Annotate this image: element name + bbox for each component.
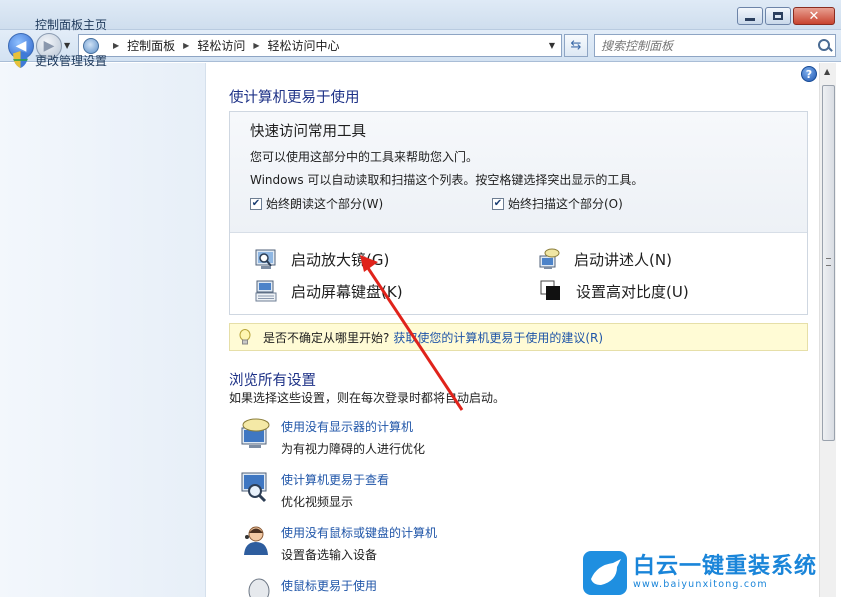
breadcrumb: ▶ 控制面板 ▶ 轻松访问 ▶ 轻松访问中心	[105, 37, 340, 54]
scrollbar-grip-icon	[826, 258, 831, 266]
sidebar-item-control-panel-home[interactable]: 控制面板主页	[35, 16, 107, 33]
bird-logo-icon	[583, 550, 627, 595]
checkbox-checked-icon[interactable]: ✔	[250, 197, 262, 210]
refresh-button[interactable]: ⇆	[564, 34, 588, 57]
sidebar	[0, 63, 206, 597]
chevron-right-icon[interactable]: ▶	[253, 41, 259, 50]
forward-arrow-icon: ▶	[43, 38, 55, 54]
always-read-label: 始终朗读这个部分(W)	[266, 197, 384, 211]
address-dropdown-icon[interactable]: ▼	[549, 41, 555, 50]
make-computer-easier-to-see-description: 优化视频显示	[281, 495, 354, 509]
breadcrumb-item-control-panel[interactable]: 控制面板	[127, 37, 175, 54]
contrast-icon	[540, 280, 560, 300]
user-headset-icon	[244, 526, 268, 555]
navigation-bar: ◀ ▶ ▼ ▶ 控制面板 ▶ 轻松访问 ▶ 轻松访问中心 ▼ ⇆	[0, 30, 841, 62]
lightbulb-icon	[239, 329, 251, 345]
chevron-right-icon[interactable]: ▶	[183, 41, 189, 50]
refresh-icon: ⇆	[570, 38, 582, 53]
watermark-text: 白云一键重装系统 www.baiyunxitong.com	[633, 553, 818, 591]
make-mouse-easier-link[interactable]: 使鼠标更易于使用	[281, 577, 377, 594]
quick-access-title: 快速访问常用工具	[250, 124, 366, 140]
computer-speech-icon	[241, 418, 270, 448]
magnifier-icon	[255, 249, 276, 269]
use-computer-without-display-link[interactable]: 使用没有显示器的计算机	[281, 418, 413, 435]
watermark-title: 白云一键重装系统	[633, 553, 818, 579]
help-icon[interactable]: ?	[801, 66, 817, 82]
keyboard-icon	[255, 280, 277, 302]
set-high-contrast-label: 设置高对比度(U)	[576, 282, 689, 301]
shield-icon	[13, 51, 28, 68]
page-title: 使计算机更易于使用	[229, 90, 360, 106]
get-recommendations-link[interactable]: 获取使您的计算机更易于使用的建议(R)	[393, 329, 603, 346]
quick-access-header: 快速访问常用工具 您可以使用这部分中的工具来帮助您入门。 Windows 可以自…	[230, 112, 807, 233]
sidebar-item-change-admin-settings[interactable]: 更改管理设置	[35, 52, 107, 69]
monitor-magnifier-icon	[241, 472, 267, 503]
always-read-checkbox[interactable]: ✔ 始终朗读这个部分(W)	[250, 195, 383, 212]
always-scan-checkbox[interactable]: ✔ 始终扫描这个部分(O)	[492, 195, 623, 212]
breadcrumb-item-ease-of-access-center[interactable]: 轻松访问中心	[268, 37, 340, 54]
watermark: 白云一键重装系统 www.baiyunxitong.com	[583, 548, 841, 597]
search-icon[interactable]	[815, 36, 835, 56]
minimize-icon	[745, 17, 755, 21]
narrator-icon	[539, 248, 560, 269]
maximize-icon	[773, 12, 783, 20]
use-computer-without-mouse-description: 设置备选输入设备	[281, 548, 378, 562]
browse-settings-title: 浏览所有设置	[229, 373, 316, 389]
use-computer-without-mouse-link[interactable]: 使用没有鼠标或键盘的计算机	[281, 524, 437, 541]
address-bar[interactable]: ▶ 控制面板 ▶ 轻松访问 ▶ 轻松访问中心 ▼	[78, 34, 562, 57]
start-magnifier-label: 启动放大镜(G)	[291, 250, 390, 269]
search-box	[594, 34, 836, 57]
close-icon: ✕	[808, 8, 820, 24]
tip-text: 是否不确定从哪里开始?	[263, 330, 390, 345]
start-narrator-label: 启动讲述人(N)	[574, 250, 672, 269]
quick-access-panel: 快速访问常用工具 您可以使用这部分中的工具来帮助您入门。 Windows 可以自…	[229, 111, 808, 315]
always-scan-label: 始终扫描这个部分(O)	[508, 197, 623, 211]
make-computer-easier-to-see-link[interactable]: 使计算机更易于查看	[281, 471, 389, 488]
watermark-url: www.baiyunxitong.com	[633, 579, 768, 591]
mouse-icon	[248, 578, 270, 597]
start-narrator-link[interactable]: 启动讲述人(N)	[538, 248, 672, 270]
window-title-bar: ✕	[0, 0, 841, 30]
quick-access-scan-description: Windows 可以自动读取和扫描这个列表。按空格键选择突出显示的工具。	[250, 173, 644, 187]
search-input[interactable]	[595, 35, 815, 56]
maximize-button[interactable]	[765, 7, 791, 25]
scroll-up-icon[interactable]: ▲	[824, 67, 830, 76]
vertical-scrollbar[interactable]: ▲	[819, 63, 836, 597]
window-controls: ✕	[737, 7, 835, 25]
scrollbar-thumb[interactable]	[822, 85, 835, 441]
use-computer-without-display-description: 为有视力障碍的人进行优化	[281, 442, 426, 456]
quick-access-description: 您可以使用这部分中的工具来帮助您入门。	[250, 150, 479, 164]
start-on-screen-keyboard-label: 启动屏幕键盘(K)	[291, 282, 403, 301]
recent-pages-dropdown-icon[interactable]: ▼	[64, 41, 70, 50]
set-high-contrast-link[interactable]: 设置高对比度(U)	[540, 280, 689, 302]
start-on-screen-keyboard-link[interactable]: 启动屏幕键盘(K)	[255, 280, 403, 302]
browse-settings-description: 如果选择这些设置，则在每次登录时都将自动启动。	[229, 391, 506, 405]
minimize-button[interactable]	[737, 7, 763, 25]
close-button[interactable]: ✕	[793, 7, 835, 25]
start-magnifier-link[interactable]: 启动放大镜(G)	[255, 248, 389, 270]
chevron-right-icon: ▶	[113, 41, 120, 50]
checkbox-checked-icon[interactable]: ✔	[492, 197, 504, 210]
breadcrumb-item-ease-of-access[interactable]: 轻松访问	[197, 37, 245, 54]
tip-bar: 是否不确定从哪里开始? 获取使您的计算机更易于使用的建议(R)	[229, 323, 808, 351]
